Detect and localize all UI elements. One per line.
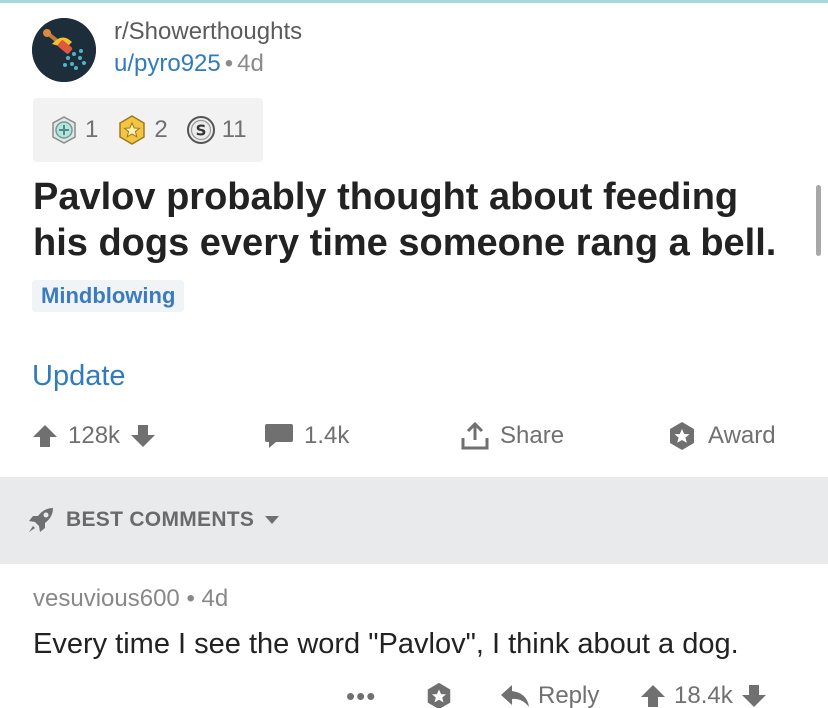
post-author[interactable]: u/pyro925 — [114, 50, 221, 77]
subreddit-name[interactable]: r/Showerthoughts — [114, 18, 302, 46]
scrollbar-thumb[interactable] — [816, 185, 821, 256]
awards-strip[interactable]: 1 2 S 11 — [33, 98, 263, 162]
gold-star-award-icon — [119, 115, 146, 145]
post-vote-count: 128k — [68, 422, 121, 449]
downvote-arrow-icon[interactable] — [130, 423, 156, 449]
reply-label: Reply — [538, 682, 600, 708]
svg-text:S: S — [195, 122, 206, 140]
award-gold-star: 2 — [116, 114, 168, 146]
more-options-button[interactable]: ••• — [346, 676, 376, 708]
post-flair[interactable]: Mindblowing — [32, 280, 185, 312]
post-action-bar: 128k 1.4k Share Award — [0, 412, 828, 460]
sort-dropdown[interactable]: BEST COMMENTS — [26, 505, 280, 535]
comment-action-bar: ••• Reply 18.4k — [0, 676, 828, 708]
post-title[interactable]: Pavlov probably thought about feeding hi… — [33, 174, 803, 266]
upvote-arrow-icon[interactable] — [32, 423, 58, 449]
comment-age: 4d — [201, 585, 229, 612]
meta-separator: • — [224, 50, 234, 77]
comments-button[interactable]: 1.4k — [264, 412, 349, 460]
comment-award-button[interactable] — [424, 676, 454, 708]
more-dots-icon: ••• — [346, 680, 377, 708]
downvote-arrow-icon[interactable] — [741, 683, 767, 708]
award-count: 2 — [154, 116, 168, 143]
award-silver-coin: S 11 — [186, 115, 247, 145]
meta-separator: • — [186, 585, 195, 612]
award-star-icon — [670, 422, 694, 450]
comment-meta: vesuvious600 • 4d — [33, 585, 228, 613]
award-count: 1 — [85, 116, 99, 143]
comment-bubble-icon — [265, 424, 293, 448]
share-label: Share — [500, 422, 565, 449]
comment-body: Every time I see the word "Pavlov", I th… — [33, 628, 739, 660]
silver-coin-icon: S — [186, 116, 215, 144]
comment-vote-control: 18.4k — [640, 676, 767, 708]
silver-medal-icon — [52, 116, 76, 144]
share-upload-icon — [461, 421, 489, 450]
rocket-icon — [29, 508, 53, 532]
reply-arrow-icon — [501, 685, 529, 707]
reply-button[interactable]: Reply — [500, 676, 599, 708]
update-link[interactable]: Update — [32, 360, 126, 393]
top-accent-line — [0, 0, 828, 3]
comment-author[interactable]: vesuvious600 — [33, 585, 180, 612]
comments-count: 1.4k — [304, 422, 350, 449]
upvote-arrow-icon[interactable] — [640, 683, 666, 708]
shower-head-icon — [32, 18, 96, 82]
sort-label: BEST COMMENTS — [66, 508, 255, 531]
post-age: 4d — [237, 50, 264, 77]
comment-sort-bar: BEST COMMENTS — [0, 477, 828, 564]
chevron-down-icon — [265, 516, 280, 524]
award-label: Award — [708, 422, 776, 449]
comment-vote-count: 18.4k — [674, 682, 733, 708]
post-meta: u/pyro925 • 4d — [114, 50, 264, 78]
award-silver-medal: 1 — [49, 115, 98, 145]
share-button[interactable]: Share — [460, 412, 564, 460]
award-count: 11 — [221, 116, 247, 143]
vote-control: 128k — [32, 412, 156, 460]
award-button[interactable]: Award — [666, 412, 776, 460]
subreddit-avatar[interactable] — [32, 18, 96, 82]
award-star-icon — [427, 682, 451, 708]
